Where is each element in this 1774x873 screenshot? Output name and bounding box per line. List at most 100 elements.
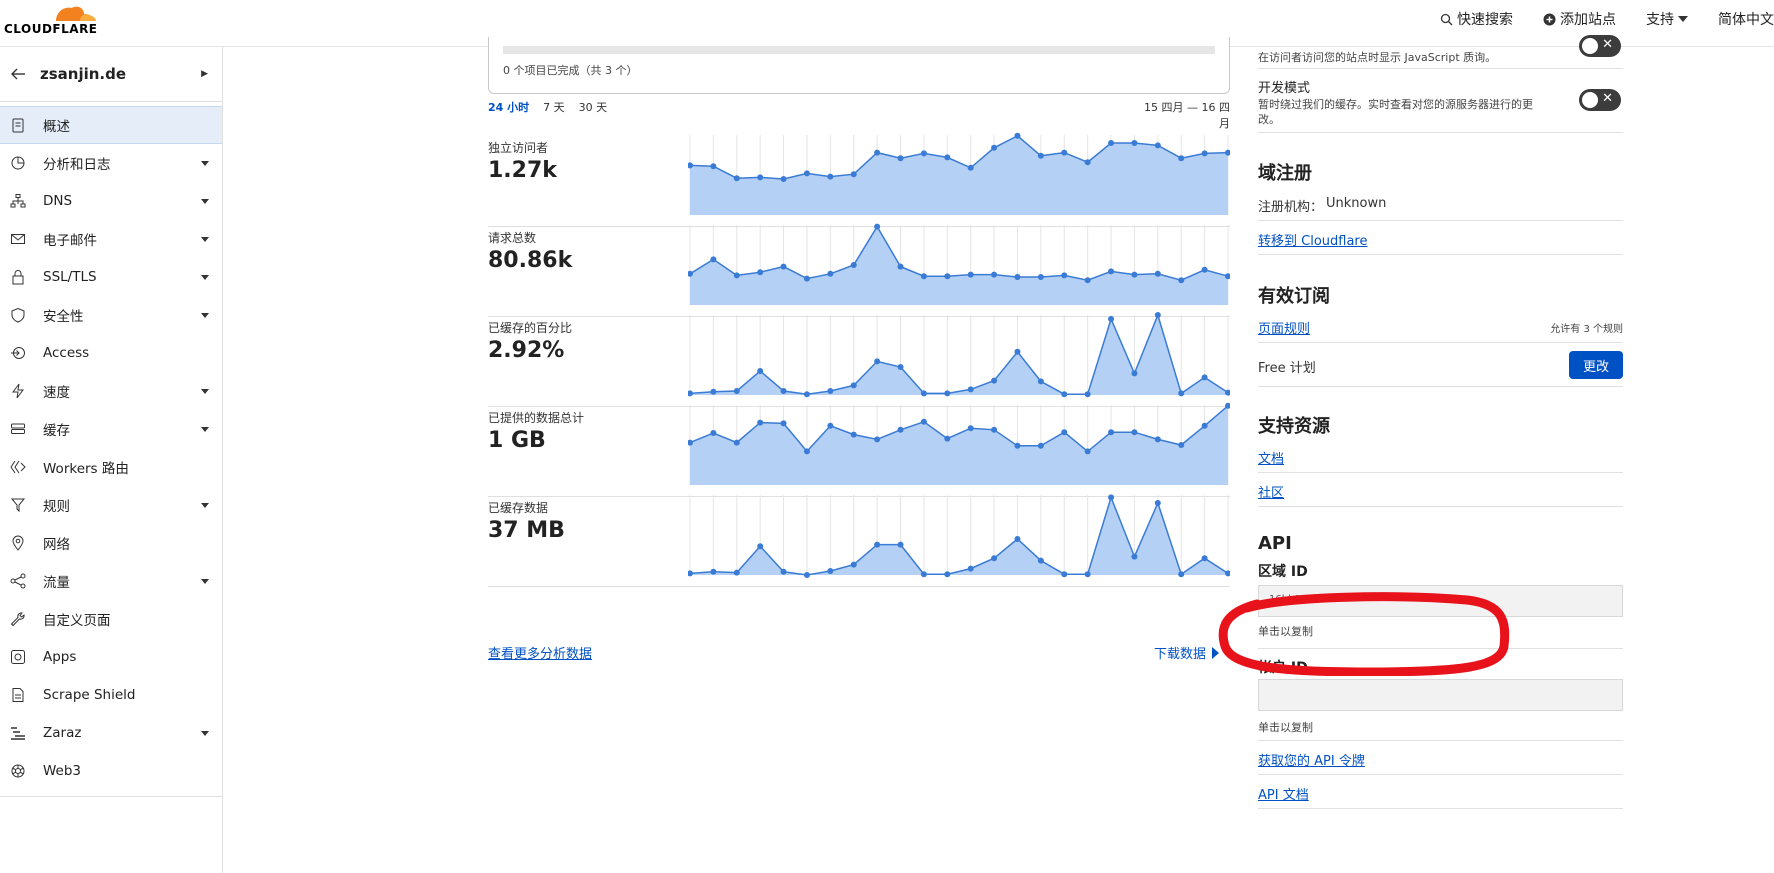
data-point[interactable] xyxy=(1131,553,1138,560)
data-point[interactable] xyxy=(944,571,951,578)
data-point[interactable] xyxy=(1084,277,1091,284)
data-point[interactable] xyxy=(850,431,857,438)
sidebar-item-6[interactable]: Access xyxy=(0,334,222,372)
data-point[interactable] xyxy=(944,435,951,442)
data-point[interactable] xyxy=(991,555,998,562)
api-token-link[interactable]: 获取您的 API 令牌 xyxy=(1258,750,1365,769)
sidebar-item-1[interactable]: 分析和日志 xyxy=(0,144,222,182)
data-point[interactable] xyxy=(991,426,998,433)
data-point[interactable] xyxy=(827,270,834,277)
data-point[interactable] xyxy=(850,262,857,268)
data-point[interactable] xyxy=(1037,442,1044,449)
sidebar-item-4[interactable]: SSL/TLS xyxy=(0,258,222,296)
data-point[interactable] xyxy=(850,382,857,389)
data-point[interactable] xyxy=(874,541,881,548)
data-point[interactable] xyxy=(780,388,787,394)
data-point[interactable] xyxy=(803,448,810,455)
sidebar-item-9[interactable]: Workers 路由 xyxy=(0,448,222,486)
data-point[interactable] xyxy=(874,358,881,365)
data-point[interactable] xyxy=(1154,142,1161,149)
data-point[interactable] xyxy=(1201,374,1208,381)
data-point[interactable] xyxy=(780,176,787,182)
data-point[interactable] xyxy=(1108,316,1115,322)
data-point[interactable] xyxy=(1201,266,1208,273)
sidebar-item-16[interactable]: Zaraz xyxy=(0,714,222,752)
data-point[interactable] xyxy=(967,164,974,171)
sidebar-item-5[interactable]: 安全性 xyxy=(0,296,222,334)
api-docs-link[interactable]: API 文档 xyxy=(1258,784,1309,803)
data-point[interactable] xyxy=(897,263,904,270)
sidebar-item-17[interactable]: Web3 xyxy=(0,752,222,790)
data-point[interactable] xyxy=(757,368,764,374)
data-point[interactable] xyxy=(827,422,834,429)
data-point[interactable] xyxy=(1131,370,1138,377)
data-point[interactable] xyxy=(757,543,764,550)
data-point[interactable] xyxy=(1084,571,1091,578)
data-point[interactable] xyxy=(1178,277,1185,284)
data-point[interactable] xyxy=(710,430,717,436)
data-point[interactable] xyxy=(1201,555,1208,562)
sidebar-item-10[interactable]: 规则 xyxy=(0,486,222,524)
data-point[interactable] xyxy=(803,572,810,578)
download-data-link[interactable]: 下载数据 xyxy=(1154,643,1220,662)
data-point[interactable] xyxy=(874,436,881,443)
sidebar-item-15[interactable]: Scrape Shield xyxy=(0,676,222,714)
data-point[interactable] xyxy=(803,275,810,282)
data-point[interactable] xyxy=(920,571,927,578)
data-point[interactable] xyxy=(850,561,857,568)
data-point[interactable] xyxy=(1154,270,1161,277)
data-point[interactable] xyxy=(920,273,927,280)
data-point[interactable] xyxy=(780,263,787,270)
data-point[interactable] xyxy=(1131,140,1138,146)
docs-link[interactable]: 文档 xyxy=(1258,448,1284,467)
more-analytics-link[interactable]: 查看更多分析数据 xyxy=(488,643,592,662)
data-point[interactable] xyxy=(850,171,857,178)
data-point[interactable] xyxy=(1131,429,1138,436)
sidebar-item-11[interactable]: 网络 xyxy=(0,524,222,562)
data-point[interactable] xyxy=(1154,312,1161,318)
data-point[interactable] xyxy=(1014,442,1021,449)
data-point[interactable] xyxy=(1108,429,1115,436)
data-point[interactable] xyxy=(920,150,927,157)
data-point[interactable] xyxy=(1108,494,1115,501)
data-point[interactable] xyxy=(1014,274,1021,280)
data-point[interactable] xyxy=(991,144,998,151)
sidebar-item-0[interactable]: 概述 xyxy=(0,106,222,144)
data-point[interactable] xyxy=(710,388,717,395)
data-point[interactable] xyxy=(967,271,974,278)
data-point[interactable] xyxy=(897,541,904,548)
tab-24h[interactable]: 24 小时 xyxy=(488,99,529,115)
data-point[interactable] xyxy=(1154,436,1161,443)
data-point[interactable] xyxy=(1037,274,1044,280)
data-point[interactable] xyxy=(780,420,787,427)
data-point[interactable] xyxy=(1061,571,1068,578)
data-point[interactable] xyxy=(1201,150,1208,157)
data-point[interactable] xyxy=(710,163,717,170)
change-plan-button[interactable]: 更改 xyxy=(1569,351,1623,379)
back-arrow-icon[interactable] xyxy=(10,67,26,81)
data-point[interactable] xyxy=(757,269,764,276)
data-point[interactable] xyxy=(874,223,881,230)
data-point[interactable] xyxy=(944,273,951,280)
data-point[interactable] xyxy=(897,364,904,370)
data-point[interactable] xyxy=(967,425,974,432)
data-point[interactable] xyxy=(920,418,927,425)
add-site-button[interactable]: 添加站点 xyxy=(1543,9,1616,29)
data-point[interactable] xyxy=(1061,429,1068,436)
account-id-field[interactable] xyxy=(1258,679,1623,711)
data-point[interactable] xyxy=(967,386,974,393)
data-point[interactable] xyxy=(897,426,904,433)
quick-search-button[interactable]: 快速搜索 xyxy=(1440,9,1513,29)
data-point[interactable] xyxy=(803,170,810,177)
data-point[interactable] xyxy=(733,569,740,576)
data-point[interactable] xyxy=(688,570,693,577)
data-point[interactable] xyxy=(733,439,740,446)
community-link[interactable]: 社区 xyxy=(1258,482,1284,501)
data-point[interactable] xyxy=(1131,271,1138,278)
transfer-link[interactable]: 转移到 Cloudflare xyxy=(1258,230,1367,249)
sidebar-item-3[interactable]: 电子邮件 xyxy=(0,220,222,258)
sidebar-item-7[interactable]: 速度 xyxy=(0,372,222,410)
language-menu[interactable]: 简体中文 xyxy=(1718,9,1774,29)
data-point[interactable] xyxy=(1108,140,1115,146)
tab-30d[interactable]: 30 天 xyxy=(579,99,608,115)
